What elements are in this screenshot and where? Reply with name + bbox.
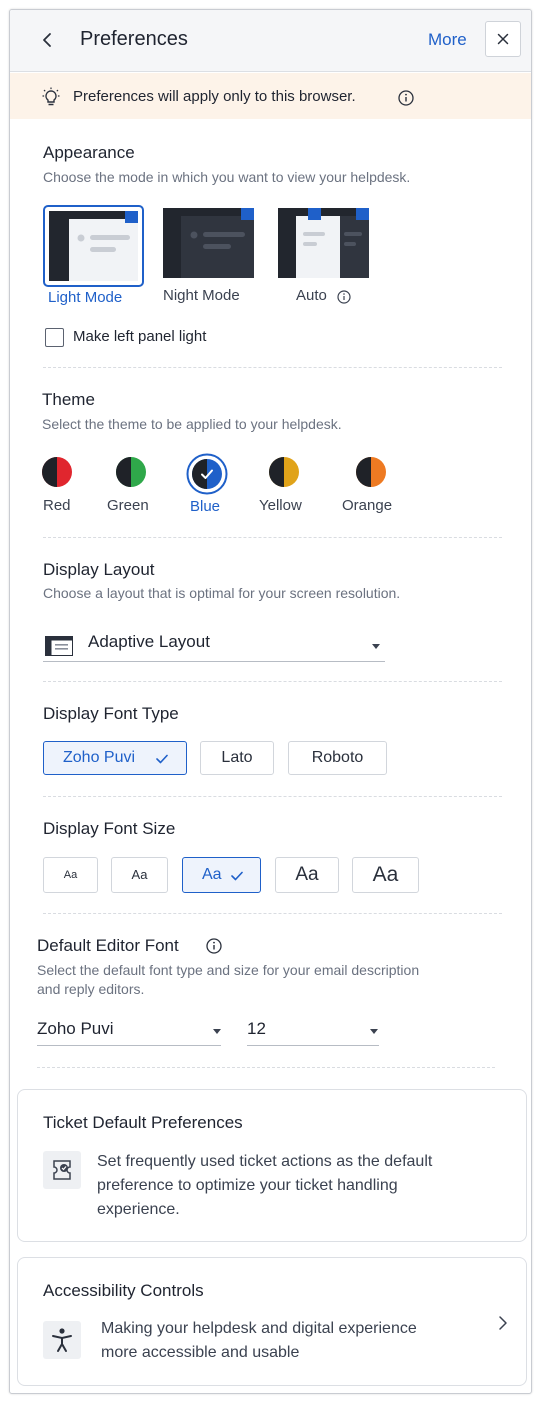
editor-font-title: Default Editor Font (37, 936, 179, 955)
close-button[interactable] (485, 21, 521, 57)
font-lato-button[interactable]: Lato (200, 741, 274, 775)
chevron-right-icon[interactable] (497, 1315, 509, 1331)
night-mode-preview-icon (163, 208, 254, 278)
divider (43, 913, 502, 914)
theme-orange-label: Orange (342, 497, 393, 514)
page-title: Preferences (80, 28, 188, 50)
dropdown-caret-icon (370, 1029, 378, 1034)
appearance-title: Appearance (43, 143, 135, 162)
display-layout-description: Choose a layout that is optimal for your… (43, 585, 401, 601)
auto-mode-label: Auto (296, 287, 327, 304)
light-mode-option[interactable] (43, 205, 144, 287)
editor-font-dropdown[interactable]: Zoho Puvi (37, 1016, 221, 1046)
check-icon (156, 754, 168, 764)
ticket-defaults-text-line2: preference to optimize your ticket handl… (97, 1177, 398, 1194)
font-size-m-label: Aa (202, 866, 222, 883)
ticket-default-preferences-card[interactable]: Ticket Default Preferences Set frequentl… (17, 1089, 527, 1242)
accessibility-text-line1: Making your helpdesk and digital experie… (101, 1320, 417, 1337)
font-type-title: Display Font Type (43, 704, 179, 723)
ticket-defaults-title: Ticket Default Preferences (43, 1113, 243, 1132)
accessibility-icon (43, 1321, 81, 1359)
night-mode-label: Night Mode (163, 287, 240, 304)
font-size-m-button[interactable]: Aa (182, 857, 261, 893)
left-panel-light-label: Make left panel light (73, 328, 207, 345)
back-arrow-icon[interactable] (36, 28, 58, 52)
editor-font-description-line2: and reply editors. (37, 981, 145, 997)
font-zoho-puvi-button[interactable]: Zoho Puvi (43, 741, 187, 775)
theme-title: Theme (42, 390, 95, 409)
night-mode-option[interactable] (163, 208, 254, 278)
theme-red-swatch[interactable] (41, 456, 73, 488)
browser-notice: Preferences will apply only to this brow… (10, 73, 531, 119)
light-mode-label: Light Mode (48, 289, 123, 306)
check-icon (231, 871, 243, 881)
font-size-l-button[interactable]: Aa (275, 857, 339, 893)
theme-green-swatch[interactable] (115, 456, 147, 488)
ticket-settings-icon (43, 1151, 81, 1189)
accessibility-controls-card[interactable]: Accessibility Controls Making your helpd… (17, 1257, 527, 1386)
more-link[interactable]: More (428, 30, 467, 50)
theme-yellow-swatch[interactable] (268, 456, 300, 488)
editor-size-value: 12 (247, 1019, 266, 1038)
layout-icon (45, 636, 73, 656)
theme-description: Select the theme to be applied to your h… (42, 416, 342, 432)
editor-size-dropdown[interactable]: 12 (247, 1016, 379, 1046)
ticket-defaults-text-line1: Set frequently used ticket actions as th… (97, 1153, 433, 1170)
divider (43, 796, 502, 797)
lightbulb-icon (42, 87, 60, 106)
auto-mode-option[interactable] (278, 208, 369, 278)
font-size-s-button[interactable]: Aa (111, 857, 168, 893)
close-icon (497, 33, 509, 45)
font-size-xs-button[interactable]: Aa (43, 857, 98, 893)
auto-info-icon[interactable] (337, 290, 351, 304)
theme-blue-swatch[interactable] (186, 453, 228, 495)
notice-text: Preferences will apply only to this brow… (73, 88, 356, 105)
divider (43, 537, 502, 538)
theme-orange-swatch[interactable] (355, 456, 387, 488)
editor-font-info-icon[interactable] (206, 938, 222, 954)
layout-value: Adaptive Layout (88, 632, 210, 651)
theme-red-label: Red (43, 497, 71, 514)
display-layout-title: Display Layout (43, 560, 155, 579)
divider (43, 367, 502, 368)
ticket-defaults-text-line3: experience. (97, 1201, 180, 1218)
dropdown-caret-icon (213, 1029, 221, 1034)
preferences-panel: Preferences More Preferences will apply … (9, 9, 532, 1394)
light-mode-preview-icon (43, 205, 144, 287)
info-icon[interactable] (398, 90, 414, 106)
accessibility-text-line2: more accessible and usable (101, 1344, 300, 1361)
left-panel-light-checkbox[interactable] (45, 328, 64, 347)
editor-font-description-line1: Select the default font type and size fo… (37, 962, 420, 978)
appearance-description: Choose the mode in which you want to vie… (43, 169, 411, 185)
font-size-title: Display Font Size (43, 819, 176, 838)
font-roboto-button[interactable]: Roboto (288, 741, 387, 775)
dropdown-caret-icon (372, 644, 380, 649)
font-size-xl-button[interactable]: Aa (352, 857, 419, 893)
divider (37, 1067, 495, 1068)
theme-blue-label: Blue (190, 498, 221, 515)
panel-header: Preferences More (10, 10, 531, 72)
editor-font-value: Zoho Puvi (37, 1019, 114, 1038)
theme-yellow-label: Yellow (259, 497, 302, 514)
auto-mode-preview-icon (278, 208, 369, 278)
accessibility-title: Accessibility Controls (43, 1281, 204, 1300)
theme-green-label: Green (107, 497, 149, 514)
display-layout-dropdown[interactable]: Adaptive Layout (43, 628, 385, 662)
font-zoho-puvi-label: Zoho Puvi (63, 749, 136, 766)
divider (43, 681, 502, 682)
